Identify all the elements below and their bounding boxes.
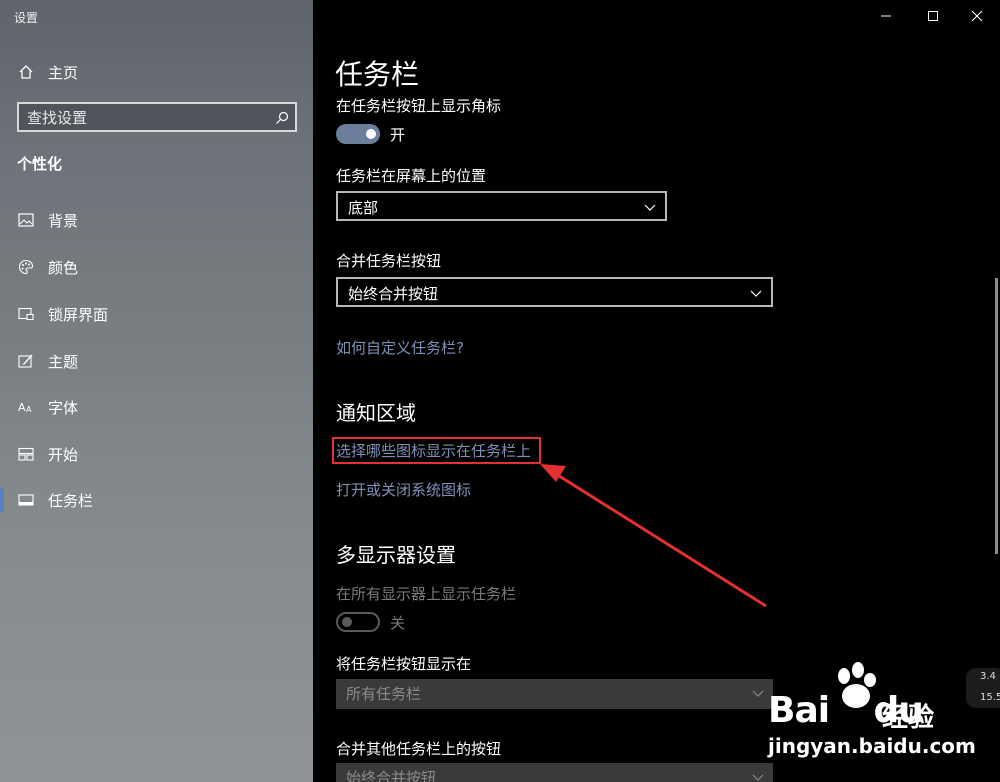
network-speed-widget: 3.4 15.5 <box>966 668 1000 708</box>
notification-area-heading: 通知区域 <box>336 401 416 425</box>
sidebar-item-label: 开始 <box>48 445 79 464</box>
svg-text:A: A <box>18 401 26 414</box>
taskbar-icon <box>17 491 35 509</box>
chevron-down-icon <box>751 769 765 782</box>
font-icon: AA <box>17 398 35 416</box>
show-buttons-on-label: 将任务栏按钮显示在 <box>336 655 472 673</box>
image-icon <box>17 211 35 229</box>
sidebar-item-fonts[interactable]: AA 字体 <box>0 387 313 427</box>
maximize-button[interactable] <box>921 4 945 28</box>
position-dropdown[interactable]: 底部 <box>336 191 667 221</box>
sidebar-item-label: 背景 <box>48 211 79 230</box>
download-speed: 15.5 <box>980 692 1000 703</box>
chevron-down-icon <box>643 199 657 213</box>
sidebar-item-themes[interactable]: 主题 <box>0 341 313 381</box>
combine-other-dropdown[interactable]: 始终合并按钮 <box>336 763 773 782</box>
sidebar-item-lock-screen[interactable]: 锁屏界面 <box>0 294 313 334</box>
sidebar-item-label: 任务栏 <box>48 491 94 510</box>
dropdown-value: 所有任务栏 <box>346 685 422 703</box>
all-displays-toggle-state: 关 <box>390 614 406 632</box>
sidebar-item-background[interactable]: 背景 <box>0 200 313 240</box>
window-title: 设置 <box>14 11 39 25</box>
toggle-knob <box>342 617 352 627</box>
sidebar-item-label: 主题 <box>48 352 79 371</box>
dropdown-value: 始终合并按钮 <box>346 769 437 782</box>
annotation-highlight-box <box>332 437 541 464</box>
start-icon <box>17 445 35 463</box>
watermark-cn: 经验 <box>882 703 935 733</box>
theme-icon <box>17 352 35 370</box>
home-icon <box>17 63 35 81</box>
customize-taskbar-link[interactable]: 如何自定义任务栏? <box>336 337 464 358</box>
toggle-knob <box>366 129 376 139</box>
sidebar-item-label: 颜色 <box>48 258 79 277</box>
sidebar-item-colors[interactable]: 颜色 <box>0 247 313 287</box>
watermark-url: jingyan.baidu.com <box>768 734 976 758</box>
combine-other-label: 合并其他任务栏上的按钮 <box>336 740 502 758</box>
position-setting-label: 任务栏在屏幕上的位置 <box>336 167 487 185</box>
search-icon[interactable] <box>275 110 289 124</box>
show-buttons-on-dropdown[interactable]: 所有任务栏 <box>336 679 773 709</box>
combine-setting-label: 合并任务栏按钮 <box>336 252 442 270</box>
search-input[interactable] <box>27 108 267 128</box>
lock-screen-icon <box>17 305 35 323</box>
close-button[interactable] <box>965 4 989 28</box>
page-title: 任务栏 <box>335 58 420 91</box>
sidebar-item-label: 锁屏界面 <box>48 305 109 324</box>
search-box[interactable] <box>17 102 297 132</box>
sidebar: 设置 主页 个性化 背景 颜色 锁屏界面 主题 <box>0 0 313 782</box>
sidebar-item-label: 字体 <box>48 398 79 417</box>
section-heading: 个性化 <box>17 155 63 173</box>
palette-icon <box>17 258 35 276</box>
all-displays-toggle[interactable] <box>336 612 380 632</box>
baidu-jingyan-watermark: Baixxdu 经验 jingyan.baidu.com <box>760 660 976 770</box>
sidebar-item-home[interactable]: 主页 <box>0 52 313 92</box>
sidebar-item-taskbar[interactable]: 任务栏 <box>0 480 313 520</box>
badge-toggle[interactable] <box>336 124 380 144</box>
minimize-button[interactable] <box>874 4 898 28</box>
system-icons-link[interactable]: 打开或关闭系统图标 <box>336 479 471 500</box>
multi-display-heading: 多显示器设置 <box>336 543 456 567</box>
all-displays-setting-label: 在所有显示器上显示任务栏 <box>336 585 517 603</box>
scrollbar[interactable] <box>995 278 998 554</box>
svg-text:A: A <box>26 405 32 414</box>
sidebar-item-label: 主页 <box>48 63 79 82</box>
sidebar-item-start[interactable]: 开始 <box>0 434 313 474</box>
chevron-down-icon <box>749 285 763 299</box>
dropdown-value: 始终合并按钮 <box>348 285 439 303</box>
dropdown-value: 底部 <box>348 199 379 217</box>
badge-setting-label: 在任务栏按钮上显示角标 <box>336 97 502 115</box>
combine-dropdown[interactable]: 始终合并按钮 <box>336 277 773 307</box>
badge-toggle-state: 开 <box>390 126 406 144</box>
upload-speed: 3.4 <box>980 671 996 682</box>
